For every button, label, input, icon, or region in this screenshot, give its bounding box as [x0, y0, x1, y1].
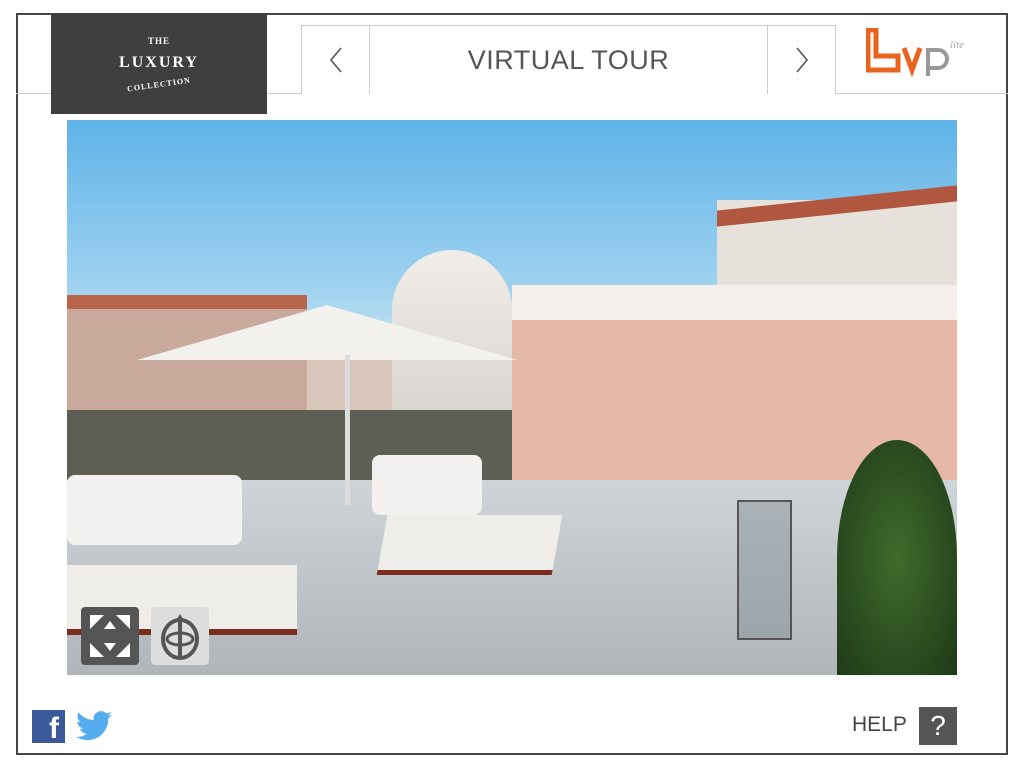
luxury-collection-logo: THE LUXURY COLLECTION [51, 14, 267, 114]
navigation-360-icon [161, 614, 199, 660]
fullscreen-button[interactable] [81, 607, 139, 665]
next-button[interactable] [767, 25, 836, 94]
fullscreen-icon [90, 615, 130, 657]
chevron-left-icon [329, 47, 342, 73]
help-button[interactable]: ? [919, 707, 957, 745]
twitter-icon[interactable] [76, 710, 112, 742]
facebook-icon[interactable]: f [32, 710, 65, 743]
help-link[interactable]: HELP [852, 713, 907, 737]
previous-button[interactable] [301, 25, 370, 94]
page-title: VIRTUAL TOUR [369, 25, 768, 94]
navigation-360-button[interactable] [151, 607, 209, 665]
logo-line1: THE [147, 36, 170, 46]
chevron-right-icon [795, 47, 808, 73]
panorama-viewer[interactable] [67, 120, 957, 675]
svg-text:lite: lite [950, 39, 964, 51]
bvp-lite-logo: lite [866, 28, 964, 78]
